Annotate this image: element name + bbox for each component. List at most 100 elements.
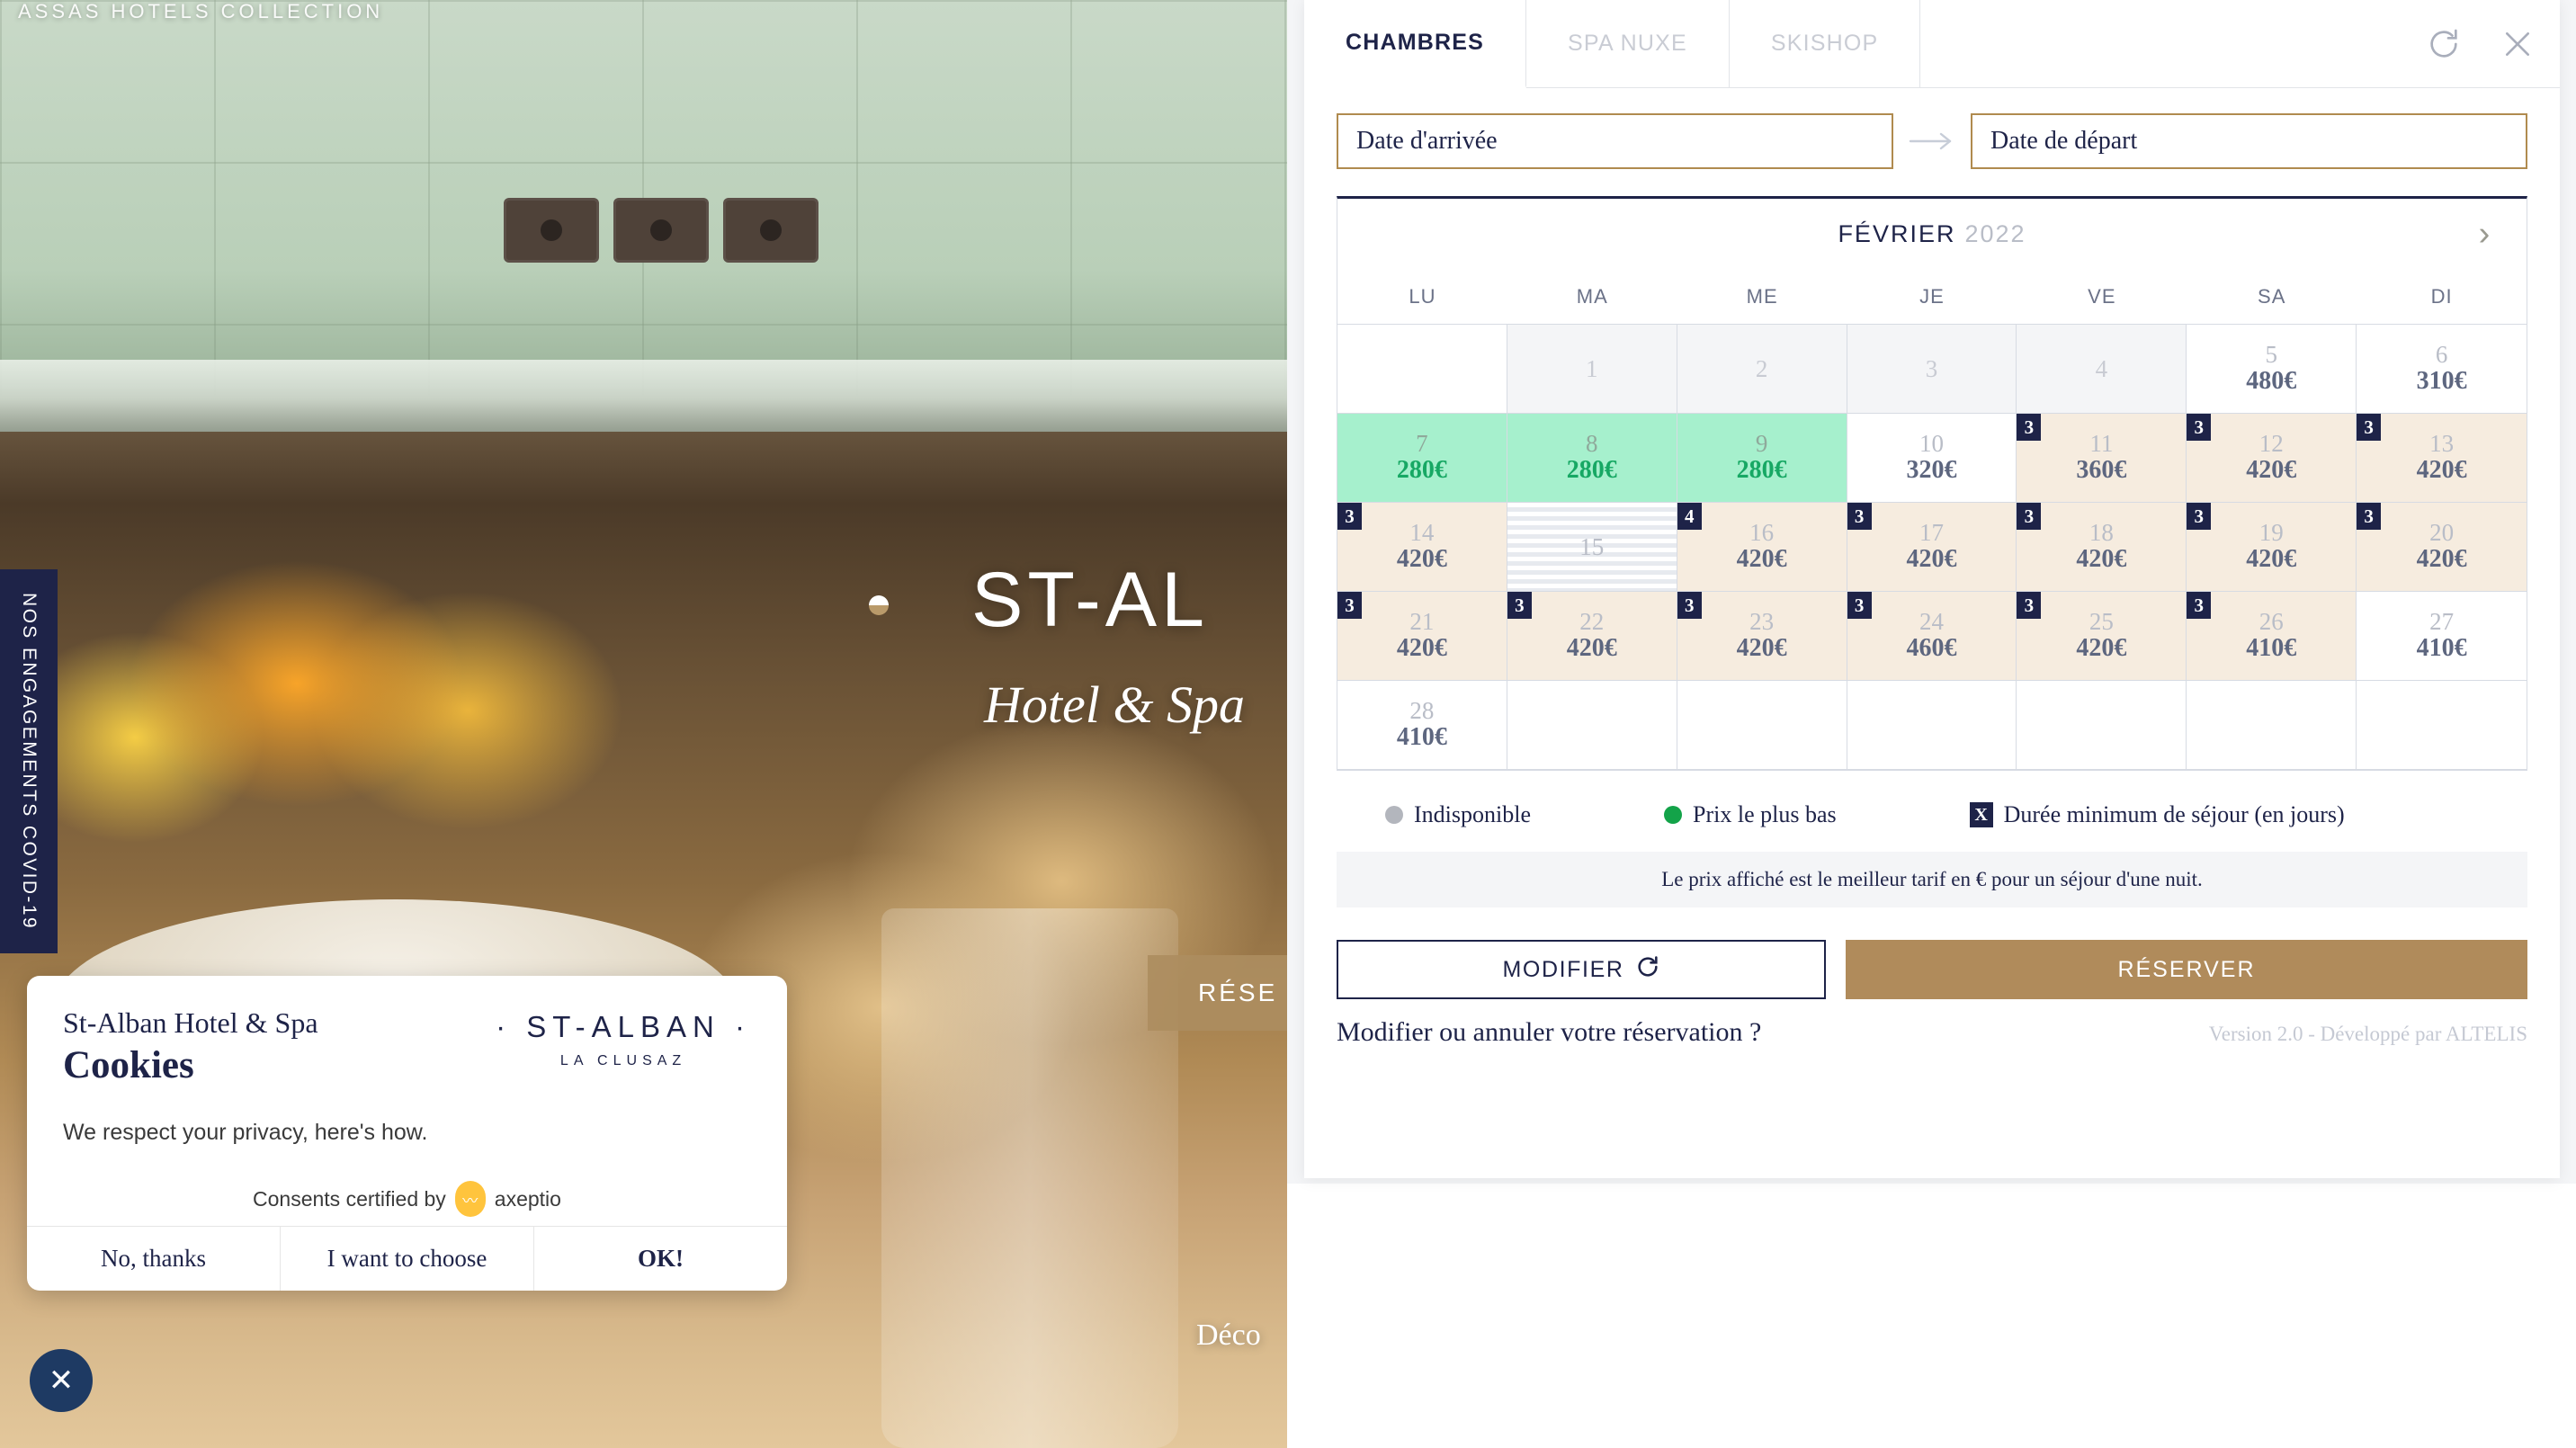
hero-wall-outlets — [504, 198, 818, 263]
legend-unavailable-label: Indisponible — [1414, 801, 1531, 827]
calendar-day-cell[interactable]: 3 26 410€ — [2187, 592, 2357, 681]
cookie-accept-button[interactable]: OK! — [533, 1227, 787, 1291]
calendar-day-cell[interactable]: 3 14 420€ — [1337, 503, 1507, 592]
calendar-cell-empty — [2187, 681, 2357, 770]
booking-tabs: CHAMBRES SPA NUXE SKISHOP — [1304, 0, 2560, 88]
calendar-day-cell[interactable]: 3 11 360€ — [2017, 414, 2187, 503]
availability-calendar: FÉVRIER 2022 › LU MA ME JE VE SA DI 12345… — [1337, 196, 2527, 771]
weekday-lu: LU — [1409, 284, 1436, 308]
calendar-day-price: 420€ — [1396, 545, 1447, 574]
calendar-legend: Indisponible Prix le plus bas X Durée mi… — [1337, 801, 2527, 828]
modify-or-cancel-link[interactable]: Modifier ou annuler votre réservation ? — [1337, 1017, 1761, 1048]
calendar-day-price: 480€ — [2246, 367, 2297, 396]
booking-panel-footer: Modifier ou annuler votre réservation ? … — [1337, 1017, 2527, 1048]
legend-unavailable: Indisponible — [1385, 801, 1531, 828]
calendar-day-cell[interactable]: 3 18 420€ — [2017, 503, 2187, 592]
min-stay-badge: 3 — [1507, 592, 1532, 619]
legend-best-price-label: Prix le plus bas — [1693, 801, 1837, 827]
min-stay-badge: 3 — [2187, 503, 2212, 530]
calendar-day-cell[interactable]: 3 21 420€ — [1337, 592, 1507, 681]
calendar-day-number: 6 — [2435, 340, 2448, 368]
arrival-date-input[interactable]: Date d'arrivée — [1337, 113, 1893, 169]
calendar-day-number: 22 — [1579, 607, 1605, 635]
calendar-day-cell[interactable]: 3 17 420€ — [1847, 503, 2017, 592]
calendar-day-price: 410€ — [2416, 634, 2467, 663]
calendar-day-number: 21 — [1409, 607, 1435, 635]
outlet-icon — [613, 198, 709, 263]
calendar-day-cell[interactable]: 6 310€ — [2357, 325, 2527, 414]
calendar-day-price: 420€ — [1736, 634, 1787, 663]
cookie-certification-label: Consents certified by — [253, 1186, 446, 1211]
calendar-weekday-header: LU MA ME JE VE SA DI — [1337, 269, 2527, 325]
calendar-day-price: 280€ — [1566, 456, 1617, 485]
logo-wordmark: · ST-ALBAN · — [496, 1010, 751, 1043]
calendar-day-cell[interactable]: 3 24 460€ — [1847, 592, 2017, 681]
calendar-day-cell[interactable]: 3 23 420€ — [1677, 592, 1847, 681]
calendar-day-cell[interactable]: 8 280€ — [1507, 414, 1677, 503]
calendar-day-cell: 15 — [1507, 503, 1677, 592]
calendar-day-number: 11 — [2089, 429, 2114, 457]
calendar-day-cell[interactable]: 3 19 420€ — [2187, 503, 2357, 592]
min-stay-badge: 3 — [2357, 503, 2382, 530]
calendar-day-number: 5 — [2265, 340, 2277, 368]
covid-side-tab[interactable]: NOS ENGAGEMENTS COVID-19 — [0, 569, 58, 953]
cookie-certification: Consents certified by 〰 axeptio — [27, 1181, 787, 1217]
calendar-day-price: 420€ — [2416, 456, 2467, 485]
calendar-day-cell[interactable]: 7 280€ — [1337, 414, 1507, 503]
calendar-day-price: 420€ — [2246, 456, 2297, 485]
calendar-day-cell[interactable]: 3 20 420€ — [2357, 503, 2527, 592]
min-stay-badge: 4 — [1677, 503, 1702, 530]
booking-tools — [2425, 0, 2536, 88]
hero-counter — [0, 360, 1287, 432]
page-root: ASSAS HOTELS COLLECTION NOS ENGAGEMENTS … — [0, 0, 2576, 1448]
calendar-day-number: 14 — [1409, 518, 1435, 546]
calendar-day-cell[interactable]: 9 280€ — [1677, 414, 1847, 503]
widget-close-button[interactable]: ✕ — [30, 1349, 93, 1412]
calendar-cell-empty — [1847, 681, 2017, 770]
calendar-cell-empty — [1507, 681, 1677, 770]
calendar-day-cell: 4 — [2017, 325, 2187, 414]
calendar-day-number: 10 — [1919, 429, 1944, 457]
chevron-right-icon[interactable]: › — [2464, 213, 2505, 255]
modify-button[interactable]: MODIFIER — [1337, 940, 1826, 999]
refresh-icon[interactable] — [2425, 25, 2463, 63]
calendar-day-number: 16 — [1749, 518, 1775, 546]
calendar-day-cell[interactable]: 10 320€ — [1847, 414, 2017, 503]
calendar-day-cell[interactable]: 3 22 420€ — [1507, 592, 1677, 681]
calendar-day-cell[interactable]: 3 25 420€ — [2017, 592, 2187, 681]
calendar-day-number: 13 — [2429, 429, 2455, 457]
cookie-reject-button[interactable]: No, thanks — [27, 1227, 280, 1291]
min-stay-badge: 3 — [1847, 592, 1872, 619]
tab-chambres[interactable]: CHAMBRES — [1304, 0, 1527, 88]
covid-side-tab-label: NOS ENGAGEMENTS COVID-19 — [19, 593, 40, 930]
tab-spa-nuxe[interactable]: SPA NUXE — [1526, 0, 1730, 87]
calendar-day-number: 23 — [1749, 607, 1775, 635]
calendar-day-number: 1 — [1586, 354, 1598, 382]
booking-panel: CHAMBRES SPA NUXE SKISHOP Date d'arrivée… — [1304, 0, 2560, 1178]
cookie-glass — [881, 908, 1178, 1448]
outlet-icon — [504, 198, 599, 263]
min-stay-badge: 3 — [1337, 503, 1362, 530]
reserve-button[interactable]: RÉSERVER — [1846, 940, 2527, 999]
calendar-day-number: 2 — [1755, 354, 1768, 382]
min-stay-badge: 3 — [2187, 592, 2212, 619]
booking-engine-region: CHAMBRES SPA NUXE SKISHOP Date d'arrivée… — [1287, 0, 2576, 1448]
calendar-day-price: 460€ — [1906, 634, 1957, 663]
calendar-cell-empty — [1677, 681, 1847, 770]
calendar-day-number: 26 — [2258, 607, 2284, 635]
cookie-choose-button[interactable]: I want to choose — [280, 1227, 533, 1291]
calendar-day-cell[interactable]: 3 12 420€ — [2187, 414, 2357, 503]
calendar-day-price: 360€ — [2076, 456, 2127, 485]
tab-skishop[interactable]: SKISHOP — [1729, 0, 1921, 87]
calendar-day-number: 3 — [1925, 354, 1938, 382]
calendar-day-cell[interactable]: 4 16 420€ — [1677, 503, 1847, 592]
calendar-day-cell[interactable]: 3 13 420€ — [2357, 414, 2527, 503]
calendar-day-cell: 3 — [1847, 325, 2017, 414]
calendar-day-cell[interactable]: 5 480€ — [2187, 325, 2357, 414]
calendar-day-cell[interactable]: 27 410€ — [2357, 592, 2527, 681]
green-dot-icon — [1664, 806, 1682, 824]
cookie-description: We respect your privacy, here's how. — [63, 1120, 428, 1145]
close-icon[interactable] — [2499, 25, 2536, 63]
departure-date-input[interactable]: Date de départ — [1971, 113, 2527, 169]
calendar-day-cell[interactable]: 28 410€ — [1337, 681, 1507, 770]
